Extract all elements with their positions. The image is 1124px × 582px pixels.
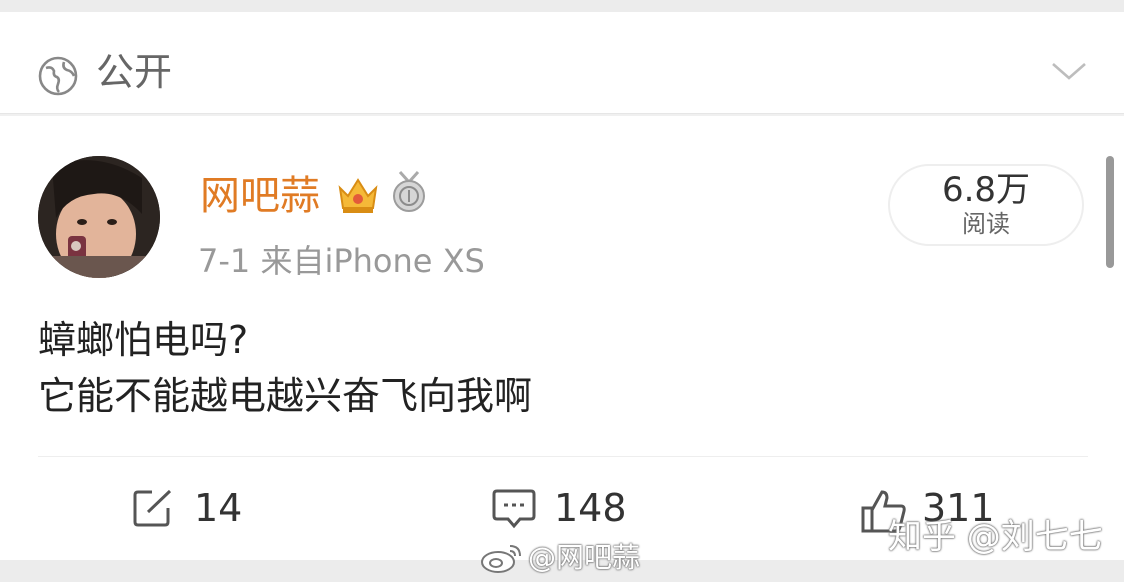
reads-badge: 6.8万 阅读	[888, 164, 1084, 246]
weibo-watermark-text: @网吧蒜	[528, 541, 641, 574]
medal-icon	[393, 170, 425, 212]
globe-icon	[38, 56, 78, 96]
username[interactable]: 网吧蒜	[200, 168, 320, 224]
crown-icon	[338, 178, 378, 213]
comment-count: 148	[554, 486, 627, 530]
comment-icon	[492, 489, 536, 529]
avatar[interactable]	[38, 156, 160, 278]
chevron-down-icon[interactable]	[1050, 58, 1088, 84]
post-line: 它能不能越电越兴奋飞向我啊	[38, 374, 533, 418]
reads-count: 6.8万	[941, 170, 1031, 210]
repost-count: 14	[194, 486, 243, 530]
visibility-selector[interactable]: 公开	[0, 12, 1124, 114]
reads-label: 阅读	[962, 210, 1010, 238]
post-card: 网吧蒜 7-1 来自iPhone XS 6.8万 阅读 蟑螂怕电吗? 它能不能越…	[0, 116, 1124, 560]
post-meta: 7-1 来自iPhone XS	[198, 242, 485, 280]
post-line: 蟑螂怕电吗?	[38, 318, 249, 362]
zhihu-watermark: 知乎 @刘七七	[888, 517, 1103, 557]
post-body: 蟑螂怕电吗? 它能不能越电越兴奋飞向我啊	[38, 312, 532, 424]
top-strip	[0, 0, 1124, 12]
weibo-logo-icon	[481, 545, 521, 573]
scrollbar[interactable]	[1106, 156, 1114, 268]
repost-icon	[133, 489, 172, 527]
visibility-label: 公开	[96, 50, 173, 94]
divider	[38, 456, 1088, 457]
